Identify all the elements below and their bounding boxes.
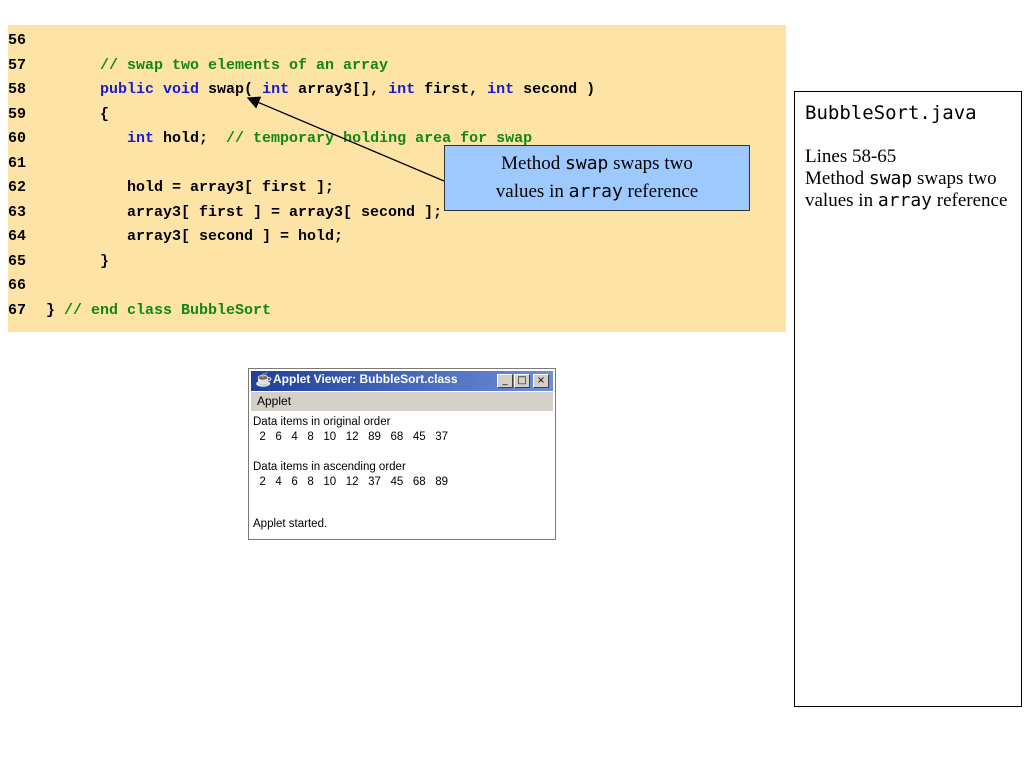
callout-mid: swaps two	[608, 153, 693, 174]
applet-menubar: Applet	[251, 392, 553, 411]
maximize-button[interactable]: □	[514, 374, 530, 388]
callout-code-array: array	[568, 181, 623, 202]
callout-box: Method swap swaps two values in array re…	[444, 145, 750, 211]
window-title: Applet Viewer: BubbleSort.class	[273, 372, 458, 386]
applet-output-text: Data items in original order 2 6 4 8 10 …	[253, 416, 448, 488]
side-desc-prefix: Method	[805, 168, 869, 189]
status-bar: Applet started.	[253, 518, 328, 530]
callout-code-swap: swap	[565, 153, 609, 174]
side-code-swap: swap	[868, 168, 913, 189]
minimize-button[interactable]: _	[497, 374, 513, 388]
java-cup-icon: ☕	[255, 373, 273, 388]
callout-suffix: reference	[622, 181, 699, 202]
menu-applet[interactable]: Applet	[251, 394, 291, 408]
close-button[interactable]: ×	[533, 374, 549, 388]
side-description: Method swap swaps two values in array re…	[805, 168, 1011, 212]
side-notes-panel: BubbleSort.java Lines 58-65 Method swap …	[794, 91, 1022, 707]
file-name: BubbleSort.java	[805, 102, 977, 124]
applet-viewer-window: ☕ Applet Viewer: BubbleSort.class _ □ × …	[248, 368, 556, 540]
window-titlebar[interactable]: ☕ Applet Viewer: BubbleSort.class _ □ ×	[251, 371, 553, 391]
side-desc-suffix: reference	[932, 190, 1008, 211]
lines-label: Lines 58-65	[805, 146, 897, 167]
callout-prefix: Method	[501, 153, 566, 174]
side-code-array: array	[877, 190, 933, 211]
callout-line2-prefix: values in	[495, 181, 569, 202]
